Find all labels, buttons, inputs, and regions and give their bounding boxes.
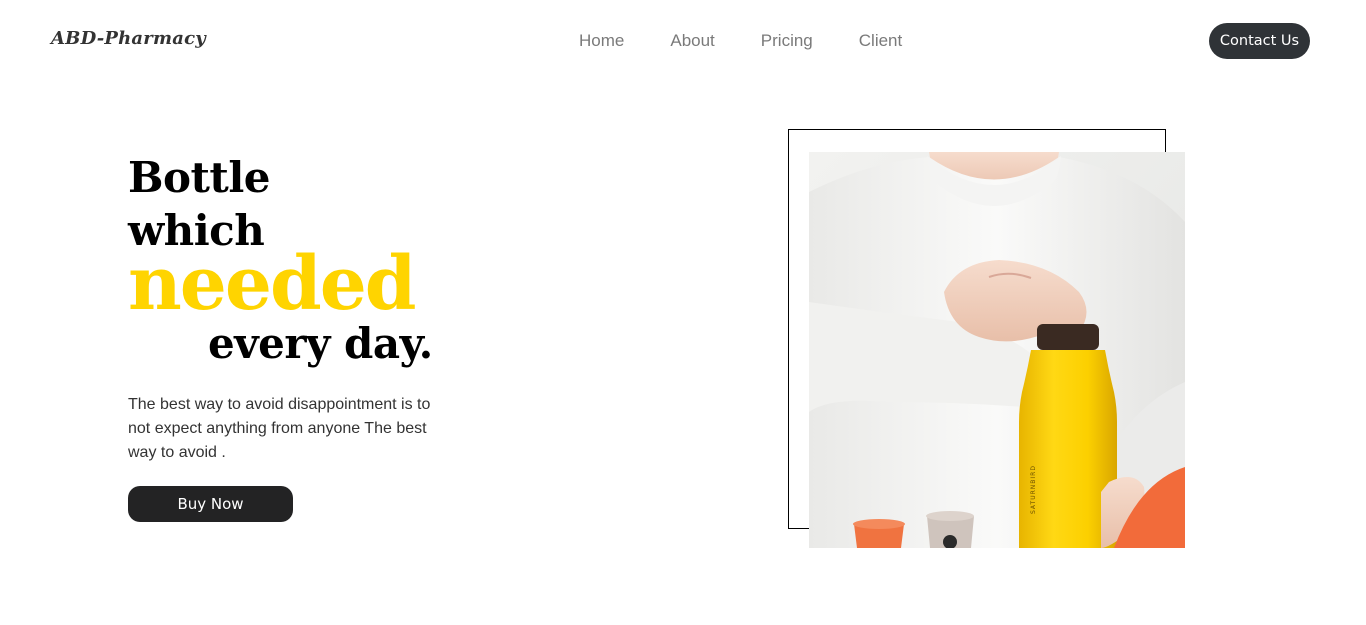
nav-client-link[interactable]: Client (859, 31, 902, 51)
hero-description: The best way to avoid disappointment is … (128, 396, 431, 461)
nav-home-link[interactable]: Home (579, 31, 624, 51)
headline-accent-word: needed (128, 241, 417, 327)
headline-line-4: every day. (208, 319, 433, 368)
page: ABD-Pharmacy Home About Pricing Client C… (0, 0, 1366, 625)
contact-us-button[interactable]: Contact Us (1209, 23, 1310, 59)
bottle-brand-text: SATURNBIRD (1030, 465, 1037, 514)
hero-product-photo: SATURNBIRD (809, 152, 1185, 548)
main-nav: Home About Pricing Client (579, 31, 902, 51)
brand-logo[interactable]: ABD-Pharmacy (51, 28, 206, 49)
bottle-photo-illustration: SATURNBIRD (809, 152, 1185, 548)
buy-now-button[interactable]: Buy Now (128, 486, 293, 522)
nav-pricing-link[interactable]: Pricing (761, 31, 813, 51)
headline-line-1: Bottle (128, 153, 271, 202)
nav-about-link[interactable]: About (670, 31, 714, 51)
